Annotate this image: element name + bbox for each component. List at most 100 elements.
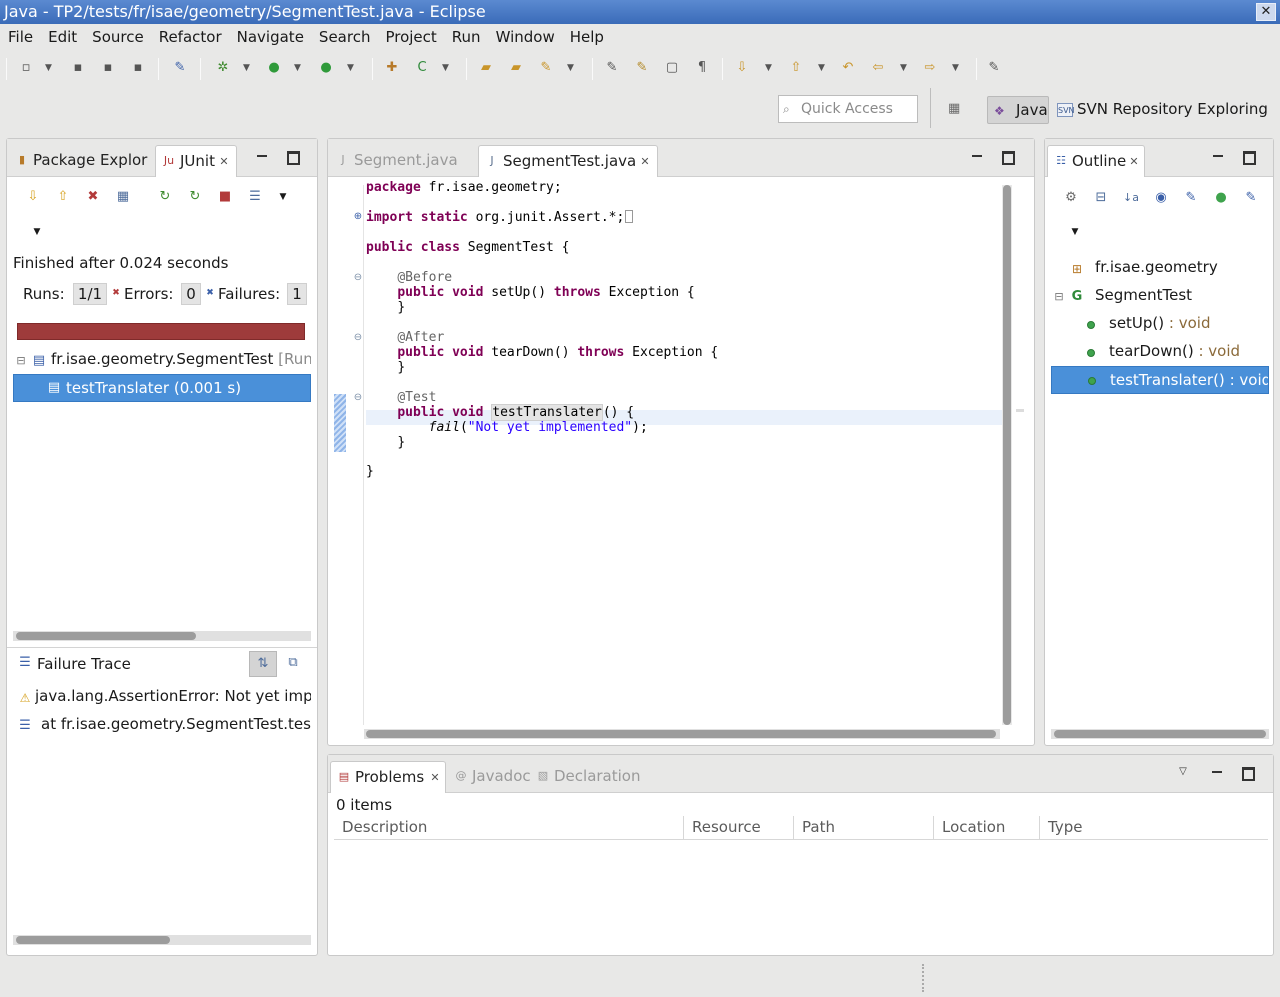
view-menu-icon[interactable]: ▼ bbox=[29, 224, 45, 240]
hide-local-types-icon[interactable]: ✎ bbox=[1243, 190, 1259, 206]
tab-javadoc[interactable]: @ Javadoc bbox=[448, 761, 531, 793]
editor-horizontal-scrollbar[interactable] bbox=[364, 729, 1000, 739]
column-resource[interactable]: Resource bbox=[684, 816, 794, 840]
forward-icon[interactable]: ⇨ bbox=[922, 60, 938, 76]
last-edit-location-icon[interactable]: ↶ bbox=[840, 60, 856, 76]
outline-item-class[interactable]: SegmentTest bbox=[1095, 282, 1192, 310]
trace-line-frame[interactable]: at fr.isae.geometry.SegmentTest.testTran… bbox=[41, 711, 311, 739]
new-class-dropdown-icon[interactable]: ▼ bbox=[442, 63, 452, 73]
tree-horizontal-scrollbar[interactable] bbox=[13, 631, 311, 641]
column-type[interactable]: Type bbox=[1040, 816, 1268, 840]
menu-refactor[interactable]: Refactor bbox=[151, 24, 229, 46]
editor-vertical-scrollbar[interactable] bbox=[1002, 185, 1012, 725]
menu-source[interactable]: Source bbox=[84, 24, 151, 46]
maximize-icon[interactable] bbox=[1241, 149, 1256, 165]
collapse-icon[interactable]: ⊟ bbox=[13, 353, 29, 369]
collapse-fold-icon[interactable]: ⊖ bbox=[353, 393, 363, 403]
previous-failure-icon[interactable]: ⇧ bbox=[55, 189, 71, 205]
tree-item-test-translater[interactable]: ▤ testTranslater (0.001 s) bbox=[13, 374, 311, 402]
outline-item-method[interactable]: setUp() : void bbox=[1109, 310, 1269, 338]
menu-file[interactable]: File bbox=[0, 24, 40, 46]
close-icon[interactable]: ✕ bbox=[429, 772, 441, 784]
hide-non-public-icon[interactable]: ● bbox=[1213, 190, 1229, 206]
close-icon[interactable]: ✕ bbox=[639, 156, 651, 168]
collapse-icon[interactable]: ⊟ bbox=[1051, 289, 1067, 305]
run-dropdown-icon[interactable]: ▼ bbox=[294, 63, 304, 73]
perspective-svn-button[interactable]: SVN SVN Repository Exploring bbox=[1055, 96, 1270, 124]
show-failures-only-icon[interactable]: ✖ bbox=[85, 189, 101, 205]
open-task-icon[interactable]: ▰ bbox=[508, 60, 524, 76]
trace-line-error[interactable]: java.lang.AssertionError: Not yet implem… bbox=[35, 683, 311, 711]
tab-declaration[interactable]: ▧ Declaration bbox=[530, 761, 642, 793]
outline-item-package[interactable]: fr.isae.geometry bbox=[1095, 254, 1218, 282]
tab-segment-test-java[interactable]: J SegmentTest.java ✕ bbox=[478, 145, 658, 177]
new-java-package-icon[interactable]: ✚ bbox=[384, 60, 400, 76]
back-dropdown-icon[interactable]: ▼ bbox=[900, 63, 910, 73]
tab-segment-java[interactable]: J Segment.java bbox=[330, 145, 478, 177]
external-tools-icon[interactable]: ● bbox=[318, 60, 334, 76]
rerun-failed-first-icon[interactable]: ↻ bbox=[187, 189, 203, 205]
next-edit-icon[interactable]: ⇩ bbox=[734, 60, 750, 76]
debug-icon[interactable]: ✲ bbox=[215, 60, 231, 76]
toggle-breakpoint-icon[interactable]: ✎ bbox=[172, 60, 188, 76]
mark-occurrences-icon[interactable]: ✎ bbox=[634, 60, 650, 76]
pin-editor-icon[interactable]: ✎ bbox=[986, 60, 1002, 76]
outline-horizontal-scrollbar[interactable] bbox=[1051, 729, 1269, 739]
print-icon[interactable]: ▪ bbox=[130, 60, 146, 76]
run-icon[interactable]: ● bbox=[266, 60, 282, 76]
minimize-icon[interactable] bbox=[1210, 765, 1224, 779]
view-menu-icon[interactable]: ▼ bbox=[1067, 224, 1083, 240]
sort-icon[interactable]: ↓a bbox=[1123, 190, 1139, 206]
menu-run[interactable]: Run bbox=[444, 24, 488, 46]
compare-result-icon[interactable]: ⧉ bbox=[285, 655, 301, 671]
menu-search[interactable]: Search bbox=[311, 24, 378, 46]
outline-item-method[interactable]: tearDown() : void bbox=[1109, 338, 1269, 366]
trace-horizontal-scrollbar[interactable] bbox=[13, 935, 311, 945]
quick-access-input[interactable]: ⌕ Quick Access bbox=[778, 95, 918, 123]
debug-dropdown-icon[interactable]: ▼ bbox=[243, 63, 253, 73]
new-java-class-icon[interactable]: C bbox=[414, 60, 430, 76]
next-annotation-icon[interactable]: ✎ bbox=[604, 60, 620, 76]
stop-icon[interactable]: ■ bbox=[217, 189, 233, 205]
rerun-test-icon[interactable]: ↻ bbox=[157, 189, 173, 205]
perspective-java-button[interactable]: ❖ Java bbox=[987, 96, 1049, 124]
save-all-icon[interactable]: ▪ bbox=[100, 60, 116, 76]
tab-problems[interactable]: ▤ Problems ✕ bbox=[330, 761, 446, 793]
collapse-fold-icon[interactable]: ⊖ bbox=[353, 333, 363, 343]
menu-window[interactable]: Window bbox=[488, 24, 562, 46]
next-failure-icon[interactable]: ⇩ bbox=[25, 189, 41, 205]
minimize-icon[interactable] bbox=[1211, 149, 1225, 163]
forward-dropdown-icon[interactable]: ▼ bbox=[952, 63, 962, 73]
open-perspective-icon[interactable]: ▦ bbox=[948, 101, 966, 119]
menu-help[interactable]: Help bbox=[562, 24, 611, 46]
tab-junit[interactable]: Ju JUnit ✕ bbox=[155, 145, 237, 177]
search-dropdown-icon[interactable]: ▼ bbox=[567, 63, 577, 73]
maximize-icon[interactable] bbox=[285, 149, 300, 165]
outline-item-method-selected[interactable]: testTranslater() : void bbox=[1051, 366, 1269, 394]
new-dropdown-icon[interactable]: ▼ bbox=[45, 63, 55, 73]
expand-fold-icon[interactable]: ⊕ bbox=[353, 212, 363, 222]
back-icon[interactable]: ⇦ bbox=[870, 60, 886, 76]
menu-edit[interactable]: Edit bbox=[40, 24, 84, 46]
collapse-fold-icon[interactable]: ⊖ bbox=[353, 273, 363, 283]
view-menu-icon[interactable]: ▽ bbox=[1176, 765, 1190, 779]
previous-edit-icon[interactable]: ⇧ bbox=[788, 60, 804, 76]
filter-stack-icon[interactable]: ⇅ bbox=[249, 651, 277, 677]
show-whitespace-icon[interactable]: ¶ bbox=[694, 60, 710, 76]
new-icon[interactable]: ▫ bbox=[18, 60, 34, 76]
history-dropdown-icon[interactable]: ▼ bbox=[275, 189, 291, 205]
column-path[interactable]: Path bbox=[794, 816, 934, 840]
hide-static-icon[interactable]: ✎ bbox=[1183, 190, 1199, 206]
collapse-all-icon[interactable]: ⊟ bbox=[1093, 190, 1109, 206]
maximize-icon[interactable] bbox=[1000, 149, 1015, 165]
menu-navigate[interactable]: Navigate bbox=[229, 24, 311, 46]
external-tools-dropdown-icon[interactable]: ▼ bbox=[347, 63, 357, 73]
close-icon[interactable]: ✕ bbox=[1128, 156, 1140, 168]
previous-edit-dropdown-icon[interactable]: ▼ bbox=[818, 63, 828, 73]
block-selection-icon[interactable]: ▢ bbox=[664, 60, 680, 76]
search-icon[interactable]: ✎ bbox=[538, 60, 554, 76]
tab-package-explorer[interactable]: ▮ Package Explor bbox=[9, 145, 155, 177]
scroll-lock-icon[interactable]: ▦ bbox=[115, 189, 131, 205]
next-edit-dropdown-icon[interactable]: ▼ bbox=[765, 63, 775, 73]
save-icon[interactable]: ▪ bbox=[70, 60, 86, 76]
